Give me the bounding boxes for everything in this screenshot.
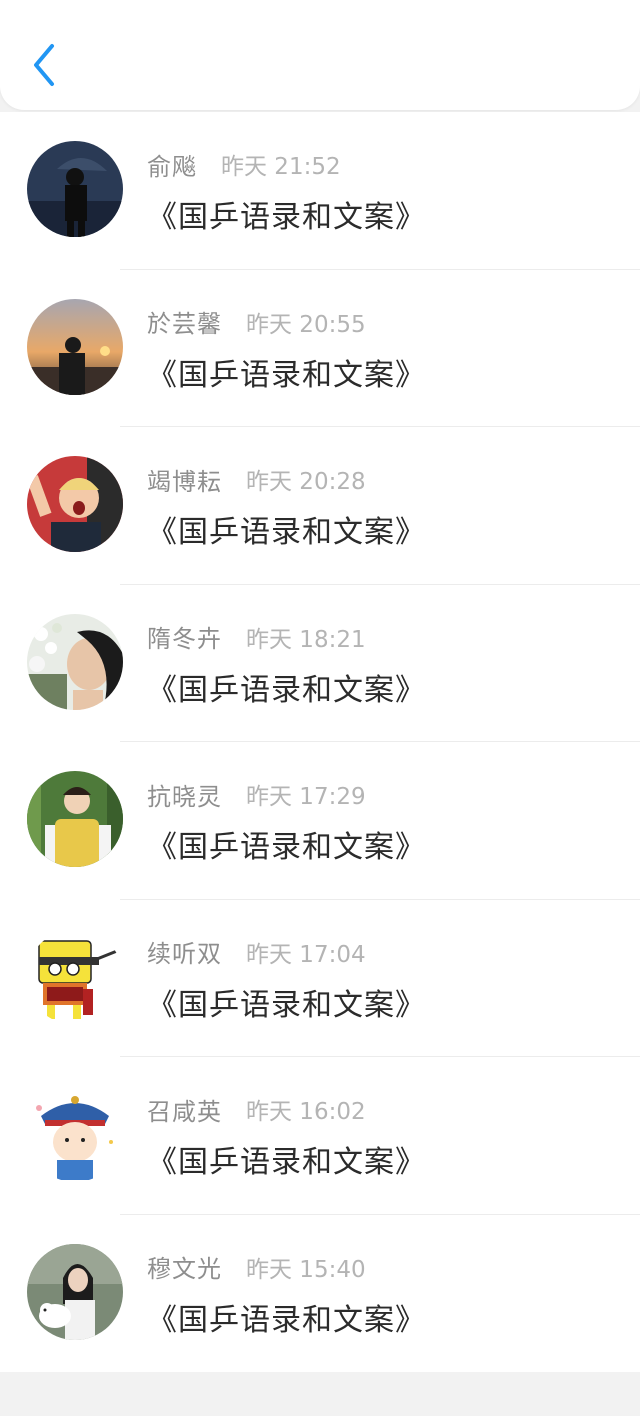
avatar[interactable] [27, 141, 123, 237]
list-item[interactable]: 隋冬卉 昨天 18:21 《国乒语录和文案》 [0, 584, 640, 742]
list-item[interactable]: 俞飚 昨天 21:52 《国乒语录和文案》 [0, 112, 640, 270]
item-meta: 抗晓灵 昨天 17:29 [147, 778, 366, 811]
top-bar [0, 0, 640, 110]
timestamp: 昨天 15:40 [246, 1256, 366, 1283]
avatar[interactable] [27, 771, 123, 867]
chevron-left-icon [34, 44, 54, 86]
message-preview: 《国乒语录和文案》 [147, 515, 426, 550]
sender-name: 抗晓灵 [147, 782, 222, 811]
avatar[interactable] [27, 613, 123, 710]
list-item[interactable]: 续听双 昨天 17:04 《国乒语录和文案》 [0, 899, 640, 1057]
item-meta: 於芸馨 昨天 20:55 [147, 306, 366, 338]
page: 俞飚 昨天 21:52 《国乒语录和文案》 於芸馨 昨天 20:55 《国乒语录… [0, 0, 640, 1416]
avatar[interactable] [27, 1086, 123, 1182]
message-preview: 《国乒语录和文案》 [147, 987, 426, 1023]
timestamp: 昨天 17:29 [246, 784, 366, 810]
message-preview: 《国乒语录和文案》 [147, 357, 426, 393]
message-preview: 《国乒语录和文案》 [147, 1145, 426, 1180]
avatar[interactable] [27, 928, 123, 1025]
timestamp: 昨天 21:52 [221, 154, 341, 180]
avatar[interactable] [27, 1243, 123, 1340]
item-meta: 穆文光 昨天 15:40 [147, 1251, 366, 1283]
item-meta: 竭博耘 昨天 20:28 [147, 463, 366, 496]
avatar[interactable] [27, 298, 123, 395]
message-preview: 《国乒语录和文案》 [147, 200, 426, 235]
message-preview: 《国乒语录和文案》 [147, 672, 426, 708]
timestamp: 昨天 17:04 [246, 941, 366, 968]
message-list: 俞飚 昨天 21:52 《国乒语录和文案》 於芸馨 昨天 20:55 《国乒语录… [0, 112, 640, 1372]
item-meta: 召咸英 昨天 16:02 [147, 1093, 366, 1126]
timestamp: 昨天 16:02 [246, 1099, 366, 1125]
sender-name: 召咸英 [147, 1097, 222, 1126]
sender-name: 隋冬卉 [147, 625, 222, 653]
item-meta: 续听双 昨天 17:04 [147, 936, 366, 968]
timestamp: 昨天 18:21 [246, 626, 366, 653]
avatar[interactable] [27, 456, 123, 552]
bottom-band [0, 1372, 640, 1416]
message-preview: 《国乒语录和文案》 [147, 830, 426, 865]
sender-name: 穆文光 [147, 1255, 222, 1283]
item-meta: 隋冬卉 昨天 18:21 [147, 621, 366, 653]
sender-name: 竭博耘 [147, 467, 222, 496]
list-item[interactable]: 穆文光 昨天 15:40 《国乒语录和文案》 [0, 1214, 640, 1372]
list-item[interactable]: 於芸馨 昨天 20:55 《国乒语录和文案》 [0, 269, 640, 427]
list-item[interactable]: 召咸英 昨天 16:02 《国乒语录和文案》 [0, 1057, 640, 1215]
sender-name: 於芸馨 [147, 310, 222, 338]
list-item[interactable]: 竭博耘 昨天 20:28 《国乒语录和文案》 [0, 427, 640, 585]
item-meta: 俞飚 昨天 21:52 [147, 148, 341, 181]
list-item[interactable]: 抗晓灵 昨天 17:29 《国乒语录和文案》 [0, 742, 640, 900]
sender-name: 俞飚 [147, 152, 197, 181]
timestamp: 昨天 20:55 [246, 311, 366, 338]
back-button[interactable] [24, 40, 64, 90]
timestamp: 昨天 20:28 [246, 469, 366, 495]
sender-name: 续听双 [147, 940, 222, 968]
message-preview: 《国乒语录和文案》 [147, 1302, 426, 1338]
